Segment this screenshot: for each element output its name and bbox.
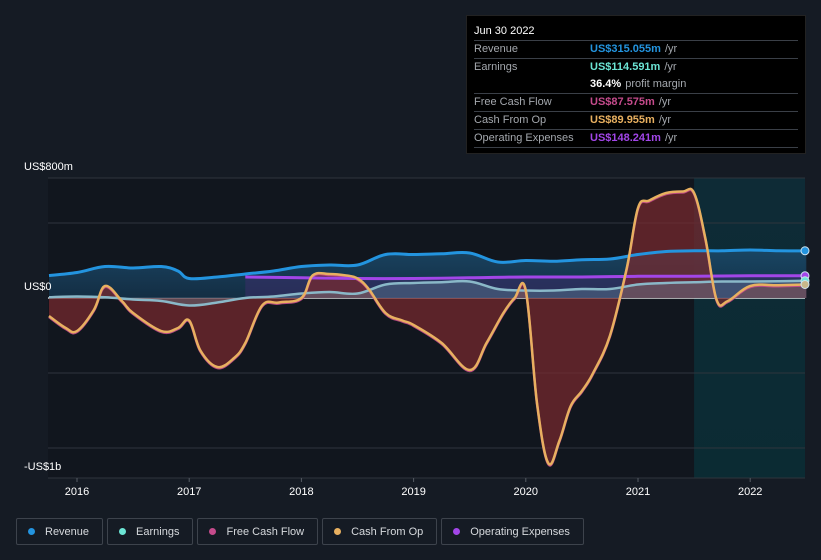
legend-item-revenue[interactable]: Revenue bbox=[16, 518, 104, 545]
x-tick-label: 2018 bbox=[289, 486, 313, 498]
end-marker-revenue bbox=[800, 246, 810, 256]
tooltip-value: US$114.591m bbox=[590, 61, 661, 73]
tooltip-panel: Jun 30 2022 Revenue US$315.055m/yr Earning… bbox=[466, 15, 806, 154]
legend-dot-icon bbox=[209, 528, 217, 535]
legend-item-operating-expenses[interactable]: Operating Expenses bbox=[441, 518, 584, 545]
y-tick-label: US$0 bbox=[24, 281, 52, 293]
tooltip-row: Cash From Op US$89.955m/yr bbox=[474, 112, 798, 130]
x-tick-label: 2016 bbox=[65, 486, 89, 498]
tooltip-unit: profit margin bbox=[625, 78, 687, 90]
tooltip-label: Revenue bbox=[474, 43, 519, 55]
tooltip-unit: /yr bbox=[658, 96, 672, 108]
tooltip-row: Operating Expenses US$148.241m/yr bbox=[474, 130, 798, 148]
legend-label: Operating Expenses bbox=[470, 525, 570, 538]
end-marker-cash-from-op bbox=[800, 280, 810, 289]
tooltip-row: Free Cash Flow US$87.575m/yr bbox=[474, 94, 798, 112]
tooltip-unit: /yr bbox=[664, 43, 678, 55]
y-tick-label: -US$1b bbox=[24, 461, 61, 473]
tooltip-label: Earnings bbox=[474, 61, 518, 73]
tooltip-label bbox=[474, 76, 590, 93]
legend-item-cash-from-op[interactable]: Cash From Op bbox=[322, 518, 438, 545]
x-tick-label: 2021 bbox=[626, 486, 650, 498]
legend: Revenue Earnings Free Cash Flow Cash From O… bbox=[16, 518, 584, 545]
x-tick-label: 2022 bbox=[738, 486, 762, 498]
tooltip-unit: /yr bbox=[664, 132, 678, 144]
legend-item-free-cash-flow[interactable]: Free Cash Flow bbox=[197, 518, 319, 545]
legend-dot-icon bbox=[453, 528, 461, 535]
legend-label: Revenue bbox=[45, 525, 90, 538]
x-tick-label: 2017 bbox=[177, 486, 201, 498]
legend-item-earnings[interactable]: Earnings bbox=[107, 518, 194, 545]
tooltip-value: US$89.955m bbox=[590, 114, 655, 126]
legend-dot-icon bbox=[119, 528, 127, 535]
x-tick-label: 2020 bbox=[514, 486, 538, 498]
legend-label: Free Cash Flow bbox=[226, 525, 305, 538]
legend-label: Cash From Op bbox=[351, 525, 424, 538]
legend-dot-icon bbox=[28, 528, 35, 535]
tooltip-label: Operating Expenses bbox=[474, 132, 574, 144]
tooltip-label: Cash From Op bbox=[474, 114, 547, 126]
tooltip-unit: /yr bbox=[664, 61, 677, 73]
tooltip-value: US$148.241m bbox=[590, 132, 661, 144]
legend-label: Earnings bbox=[136, 525, 180, 538]
tooltip-unit: /yr bbox=[658, 114, 672, 126]
tooltip-label: Free Cash Flow bbox=[474, 96, 552, 108]
tooltip-value: US$315.055m bbox=[590, 43, 661, 55]
tooltip-row: Revenue US$315.055m/yr bbox=[474, 41, 798, 59]
tooltip-value: 36.4% bbox=[590, 78, 622, 90]
tooltip-date: Jun 30 2022 bbox=[474, 22, 798, 41]
x-tick-label: 2019 bbox=[401, 486, 425, 498]
legend-dot-icon bbox=[334, 528, 342, 535]
tooltip-row: 36.4% profit margin bbox=[474, 76, 798, 94]
tooltip-row: Earnings US$114.591m/yr bbox=[474, 59, 798, 76]
tooltip-value: US$87.575m bbox=[590, 96, 655, 108]
y-tick-label: US$800m bbox=[24, 161, 73, 173]
